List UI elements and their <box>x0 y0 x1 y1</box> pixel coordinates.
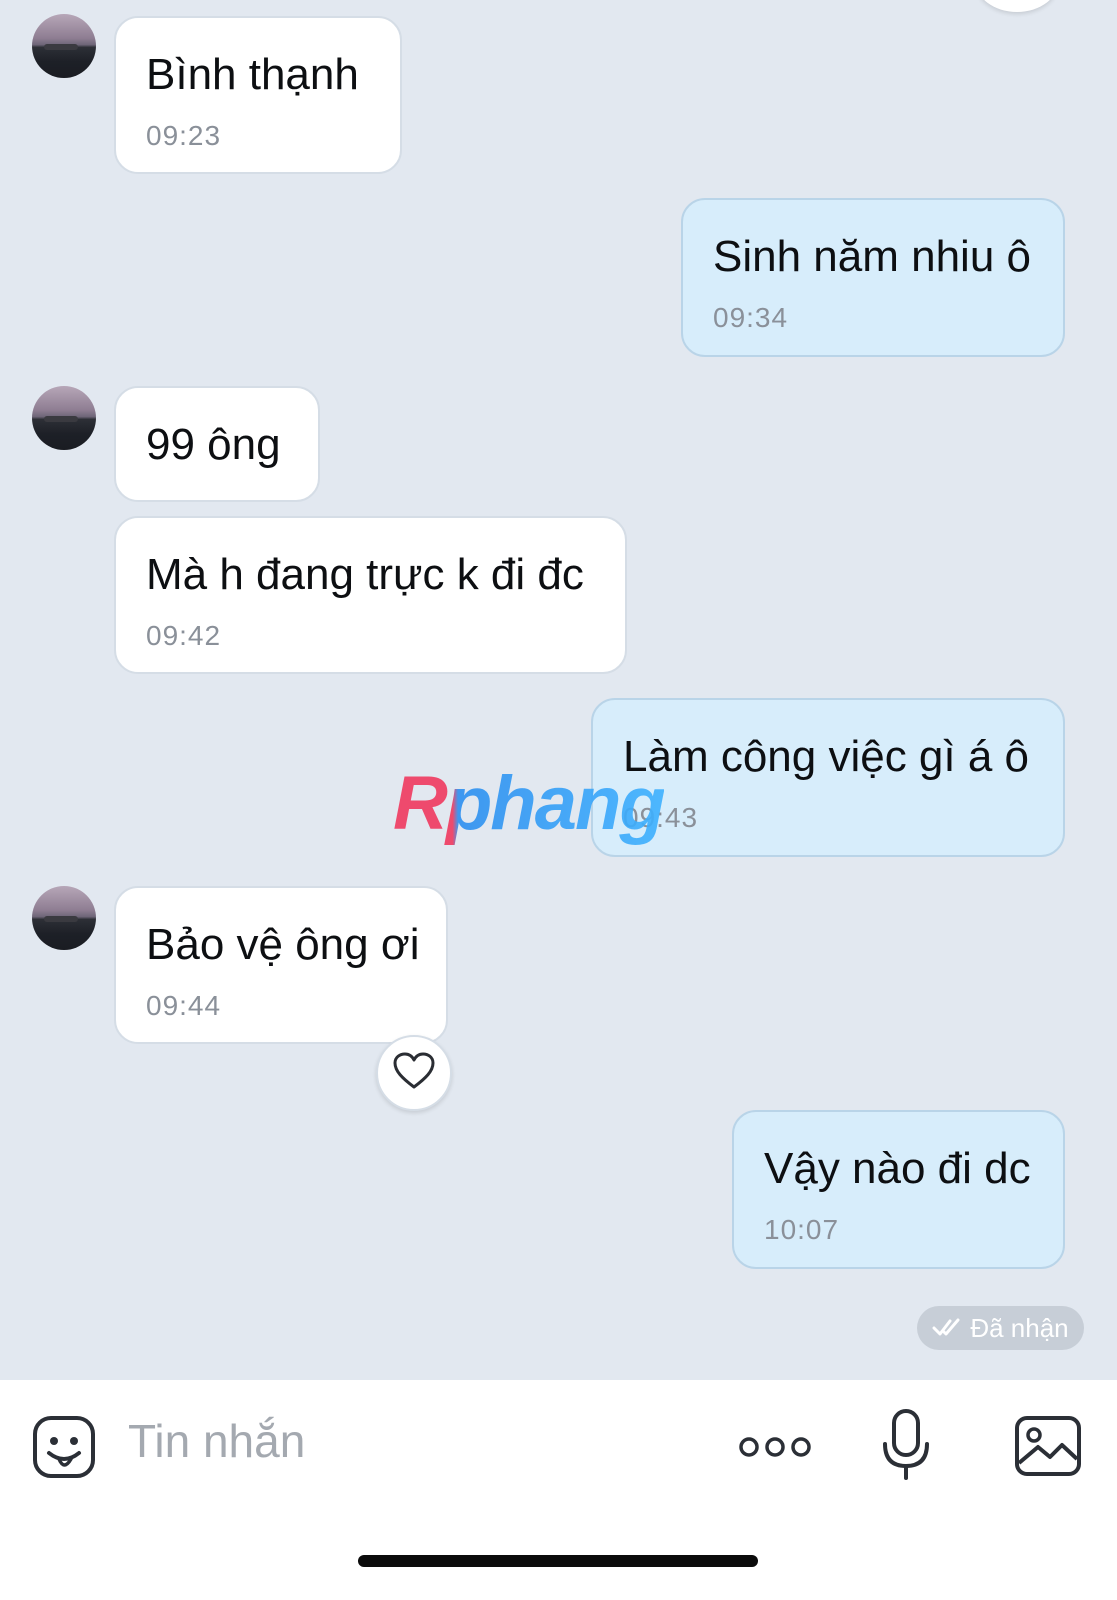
message-text: Vậy nào đi dc <box>764 1144 1031 1193</box>
message-bubble-outgoing[interactable]: Vậy nào đi dc 10:07 <box>732 1110 1065 1269</box>
message-text: 99 ông <box>146 420 281 469</box>
microphone-icon <box>880 1409 932 1486</box>
message-time: 09:42 <box>146 620 222 651</box>
message-input[interactable]: Tin nhắn <box>128 1414 305 1468</box>
message-composer: Tin nhắn <box>0 1380 1117 1600</box>
scroll-button[interactable] <box>975 0 1059 12</box>
emoji-button[interactable] <box>32 1415 96 1479</box>
home-indicator <box>358 1555 758 1567</box>
voice-message-button[interactable] <box>880 1408 932 1482</box>
chat-area[interactable]: Bình thạnh 09:23 Sinh năm nhiu ô 09:34 9… <box>0 0 1117 1380</box>
delivery-status-label: Đã nhận <box>970 1312 1069 1343</box>
message-bubble-incoming[interactable]: Mà h đang trực k đi đc 09:42 <box>114 516 627 674</box>
reaction-button[interactable] <box>376 1035 452 1111</box>
image-picker-button[interactable] <box>1014 1415 1082 1477</box>
message-time: 09:34 <box>713 302 789 333</box>
message-time: 10:07 <box>764 1214 840 1245</box>
more-options-button[interactable] <box>738 1432 812 1462</box>
delivery-status-badge: Đã nhận <box>917 1306 1084 1350</box>
message-time: 09:23 <box>146 120 222 151</box>
contact-avatar[interactable] <box>32 386 96 450</box>
message-text: Làm công việc gì á ô <box>623 732 1030 781</box>
heart-outline-icon <box>393 1052 435 1095</box>
message-text: Sinh năm nhiu ô <box>713 232 1031 281</box>
message-text: Bình thạnh <box>146 50 359 99</box>
message-bubble-incoming[interactable]: 99 ông <box>114 386 320 502</box>
message-bubble-incoming[interactable]: Bình thạnh 09:23 <box>114 16 402 174</box>
message-bubble-incoming[interactable]: Bảo vệ ông ơi 09:44 <box>114 886 448 1044</box>
double-check-icon <box>932 1313 962 1344</box>
image-icon <box>1014 1416 1082 1481</box>
message-text: Mà h đang trực k đi đc <box>146 550 584 599</box>
contact-avatar[interactable] <box>32 14 96 78</box>
message-text: Bảo vệ ông ơi <box>146 920 420 969</box>
contact-avatar[interactable] <box>32 886 96 950</box>
watermark-logo: Rphang <box>393 761 666 846</box>
more-icon <box>738 1437 812 1466</box>
emoji-icon <box>32 1416 96 1483</box>
message-bubble-outgoing[interactable]: Sinh năm nhiu ô 09:34 <box>681 198 1065 357</box>
message-time: 09:44 <box>146 990 222 1021</box>
